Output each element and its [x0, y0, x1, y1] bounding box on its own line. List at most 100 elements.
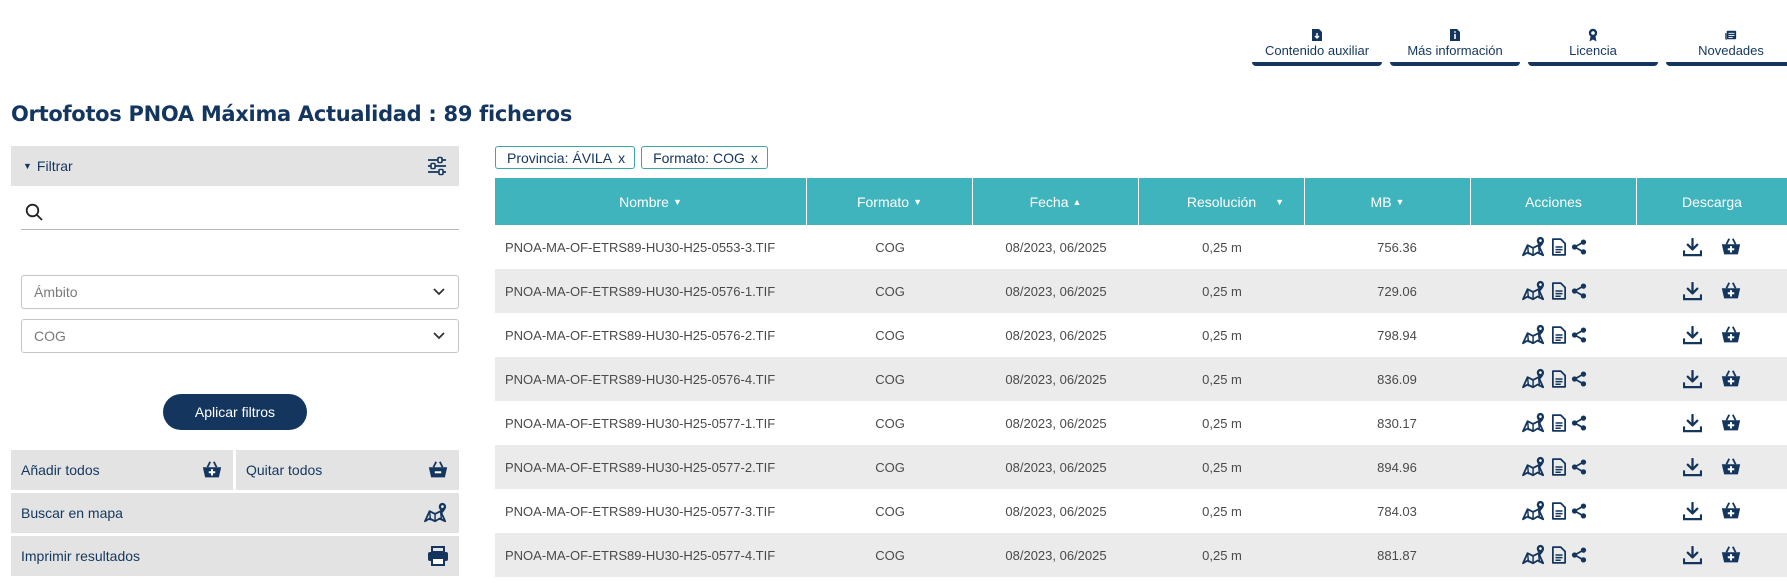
document-icon[interactable]: [1552, 282, 1566, 300]
share-icon[interactable]: [1571, 239, 1587, 255]
download-icon[interactable]: [1683, 502, 1702, 521]
table-row: PNOA-MA-OF-ETRS89-HU30-H25-0576-4.TIF COG…: [495, 357, 1787, 401]
novedades-label: Novedades: [1698, 43, 1764, 58]
chip-remove-button[interactable]: x: [751, 150, 758, 166]
share-icon[interactable]: [1571, 547, 1587, 563]
cell-mb: 894.96: [1377, 459, 1417, 475]
basket-add-icon[interactable]: [1720, 280, 1742, 302]
share-icon[interactable]: [1571, 283, 1587, 299]
filter-label: Filtrar: [36, 158, 73, 174]
download-icon[interactable]: [1683, 238, 1702, 257]
column-header-resolucion[interactable]: Resolución ▼: [1139, 178, 1305, 225]
search-input[interactable]: [51, 196, 459, 227]
column-header-mb[interactable]: MB ▼: [1305, 178, 1471, 225]
mas-informacion-button[interactable]: Más información: [1390, 22, 1520, 66]
share-icon[interactable]: [1571, 503, 1587, 519]
basket-add-icon: [201, 459, 223, 481]
table-row: PNOA-MA-OF-ETRS89-HU30-H25-0577-2.TIF COG…: [495, 445, 1787, 489]
ambito-select[interactable]: Ámbito: [21, 275, 459, 309]
basket-add-icon[interactable]: [1720, 368, 1742, 390]
map-pin-icon[interactable]: [1521, 544, 1547, 566]
download-icon[interactable]: [1683, 414, 1702, 433]
table-body: PNOA-MA-OF-ETRS89-HU30-H25-0553-3.TIF COG…: [495, 225, 1787, 577]
download-icon[interactable]: [1683, 546, 1702, 565]
table-row: PNOA-MA-OF-ETRS89-HU30-H25-0577-1.TIF COG…: [495, 401, 1787, 445]
download-icon[interactable]: [1683, 282, 1702, 301]
novedades-button[interactable]: Novedades: [1666, 22, 1787, 66]
cell-fecha: 08/2023, 06/2025: [1005, 547, 1107, 563]
chip-remove-button[interactable]: x: [618, 150, 625, 166]
cell-acciones: [1471, 313, 1637, 357]
cell-resolucion: 0,25 m: [1202, 547, 1242, 563]
basket-add-icon[interactable]: [1720, 412, 1742, 434]
document-icon[interactable]: [1552, 546, 1566, 564]
cell-fecha: 08/2023, 06/2025: [1005, 503, 1107, 519]
download-icon[interactable]: [1683, 458, 1702, 477]
chevron-down-icon: [433, 332, 445, 340]
remove-all-button[interactable]: Quitar todos: [236, 450, 459, 490]
sort-desc-icon: ▼: [913, 196, 923, 207]
apply-filters-button[interactable]: Aplicar filtros: [163, 394, 307, 430]
sort-asc-icon: ▲: [1072, 196, 1082, 207]
print-results-button[interactable]: Imprimir resultados: [11, 536, 459, 576]
award-icon: [1588, 28, 1598, 42]
cell-nombre: PNOA-MA-OF-ETRS89-HU30-H25-0577-4.TIF: [505, 547, 776, 563]
search-map-button[interactable]: Buscar en mapa: [11, 493, 459, 533]
download-icon[interactable]: [1683, 326, 1702, 345]
chevron-down-icon: [433, 288, 445, 296]
share-icon[interactable]: [1571, 415, 1587, 431]
column-label: Formato: [856, 193, 910, 210]
cell-fecha: 08/2023, 06/2025: [1005, 371, 1107, 387]
map-pin-icon[interactable]: [1521, 368, 1547, 390]
column-header-formato[interactable]: Formato ▼: [807, 178, 973, 225]
document-icon[interactable]: [1552, 458, 1566, 476]
column-header-nombre[interactable]: Nombre ▼: [495, 178, 807, 225]
cell-resolucion: 0,25 m: [1202, 415, 1242, 431]
document-icon[interactable]: [1552, 370, 1566, 388]
results-table: Nombre ▼ Formato ▼ Fecha ▲ Resolución ▼ …: [495, 178, 1787, 577]
add-all-button[interactable]: Añadir todos: [11, 450, 233, 490]
format-select[interactable]: COG: [21, 319, 459, 353]
map-pin-icon[interactable]: [1521, 236, 1547, 258]
map-pin-icon[interactable]: [1521, 324, 1547, 346]
map-pin-icon[interactable]: [1521, 500, 1547, 522]
basket-add-icon[interactable]: [1720, 236, 1742, 258]
contenido-auxiliar-button[interactable]: Contenido auxiliar: [1252, 22, 1382, 66]
document-icon[interactable]: [1552, 414, 1566, 432]
cell-formato: COG: [875, 283, 905, 299]
share-icon[interactable]: [1571, 459, 1587, 475]
column-label: MB: [1370, 193, 1392, 210]
cell-formato: COG: [875, 503, 905, 519]
page-title: Ortofotos PNOA Máxima Actualidad : 89 fi…: [11, 102, 573, 126]
basket-add-icon[interactable]: [1720, 544, 1742, 566]
print-results-label: Imprimir resultados: [21, 548, 141, 564]
cell-mb: 881.87: [1377, 547, 1417, 563]
sliders-icon[interactable]: [427, 156, 447, 176]
cell-acciones: [1471, 533, 1637, 577]
basket-add-icon[interactable]: [1720, 500, 1742, 522]
document-icon[interactable]: [1552, 238, 1566, 256]
cell-descarga: [1637, 269, 1787, 313]
printer-icon: [427, 546, 449, 566]
cell-descarga: [1637, 225, 1787, 269]
column-header-descarga: Descarga: [1637, 178, 1787, 225]
basket-add-icon[interactable]: [1720, 324, 1742, 346]
document-icon[interactable]: [1552, 502, 1566, 520]
map-pin-icon[interactable]: [1521, 456, 1547, 478]
share-icon[interactable]: [1571, 327, 1587, 343]
map-pin-icon[interactable]: [1521, 412, 1547, 434]
map-pin-icon[interactable]: [1521, 280, 1547, 302]
file-info-icon: [1450, 29, 1460, 41]
chip-label: Provincia: ÁVILA: [507, 149, 613, 166]
share-icon[interactable]: [1571, 371, 1587, 387]
cell-resolucion: 0,25 m: [1202, 503, 1242, 519]
caret-down-icon: ▼: [23, 161, 32, 171]
filter-toggle[interactable]: ▼ Filtrar: [11, 146, 459, 186]
basket-add-icon[interactable]: [1720, 456, 1742, 478]
document-icon[interactable]: [1552, 326, 1566, 344]
column-header-fecha[interactable]: Fecha ▲: [973, 178, 1139, 225]
download-icon[interactable]: [1683, 370, 1702, 389]
cell-fecha: 08/2023, 06/2025: [1005, 327, 1107, 343]
filter-chip-provincia: Provincia: ÁVILA x: [495, 146, 636, 169]
licencia-button[interactable]: Licencia: [1528, 22, 1658, 66]
